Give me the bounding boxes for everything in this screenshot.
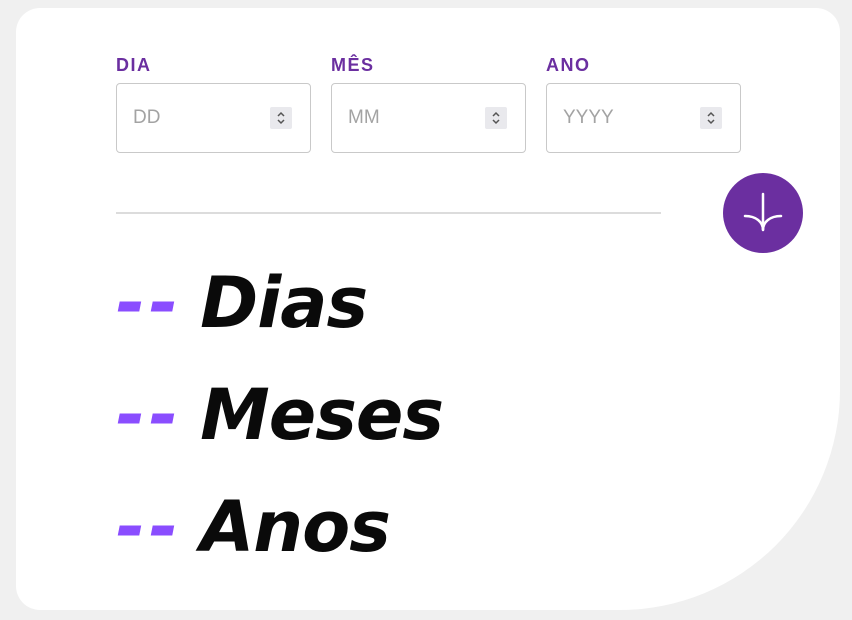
years-unit: Anos bbox=[200, 486, 391, 568]
spinner-arrows-icon bbox=[707, 111, 715, 125]
divider bbox=[116, 212, 661, 214]
day-label: DIA bbox=[116, 55, 152, 75]
day-field: DIA bbox=[116, 53, 311, 153]
day-input[interactable] bbox=[117, 84, 267, 152]
month-input-box bbox=[331, 83, 526, 153]
month-input[interactable] bbox=[332, 84, 482, 152]
day-input-box bbox=[116, 83, 311, 153]
submit-button[interactable] bbox=[723, 173, 803, 253]
age-calculator-card: DIA MÊS ANO bbox=[16, 8, 840, 610]
result-months: -- Meses bbox=[116, 370, 444, 460]
days-value: -- bbox=[116, 262, 183, 344]
result-days: -- Dias bbox=[116, 258, 368, 348]
month-label: MÊS bbox=[331, 55, 375, 75]
month-field: MÊS bbox=[331, 53, 526, 153]
year-label: ANO bbox=[546, 55, 591, 75]
spinner-arrows-icon bbox=[492, 111, 500, 125]
months-value: -- bbox=[116, 374, 183, 456]
month-spinner[interactable] bbox=[485, 107, 507, 129]
months-unit: Meses bbox=[200, 374, 444, 456]
year-field: ANO bbox=[546, 53, 741, 153]
year-spinner[interactable] bbox=[700, 107, 722, 129]
days-unit: Dias bbox=[200, 262, 368, 344]
year-input-box bbox=[546, 83, 741, 153]
spinner-arrows-icon bbox=[277, 111, 285, 125]
arrow-down-icon bbox=[743, 192, 783, 232]
result-years: -- Anos bbox=[116, 482, 391, 572]
years-value: -- bbox=[116, 486, 183, 568]
day-spinner[interactable] bbox=[270, 107, 292, 129]
year-input[interactable] bbox=[547, 84, 697, 152]
